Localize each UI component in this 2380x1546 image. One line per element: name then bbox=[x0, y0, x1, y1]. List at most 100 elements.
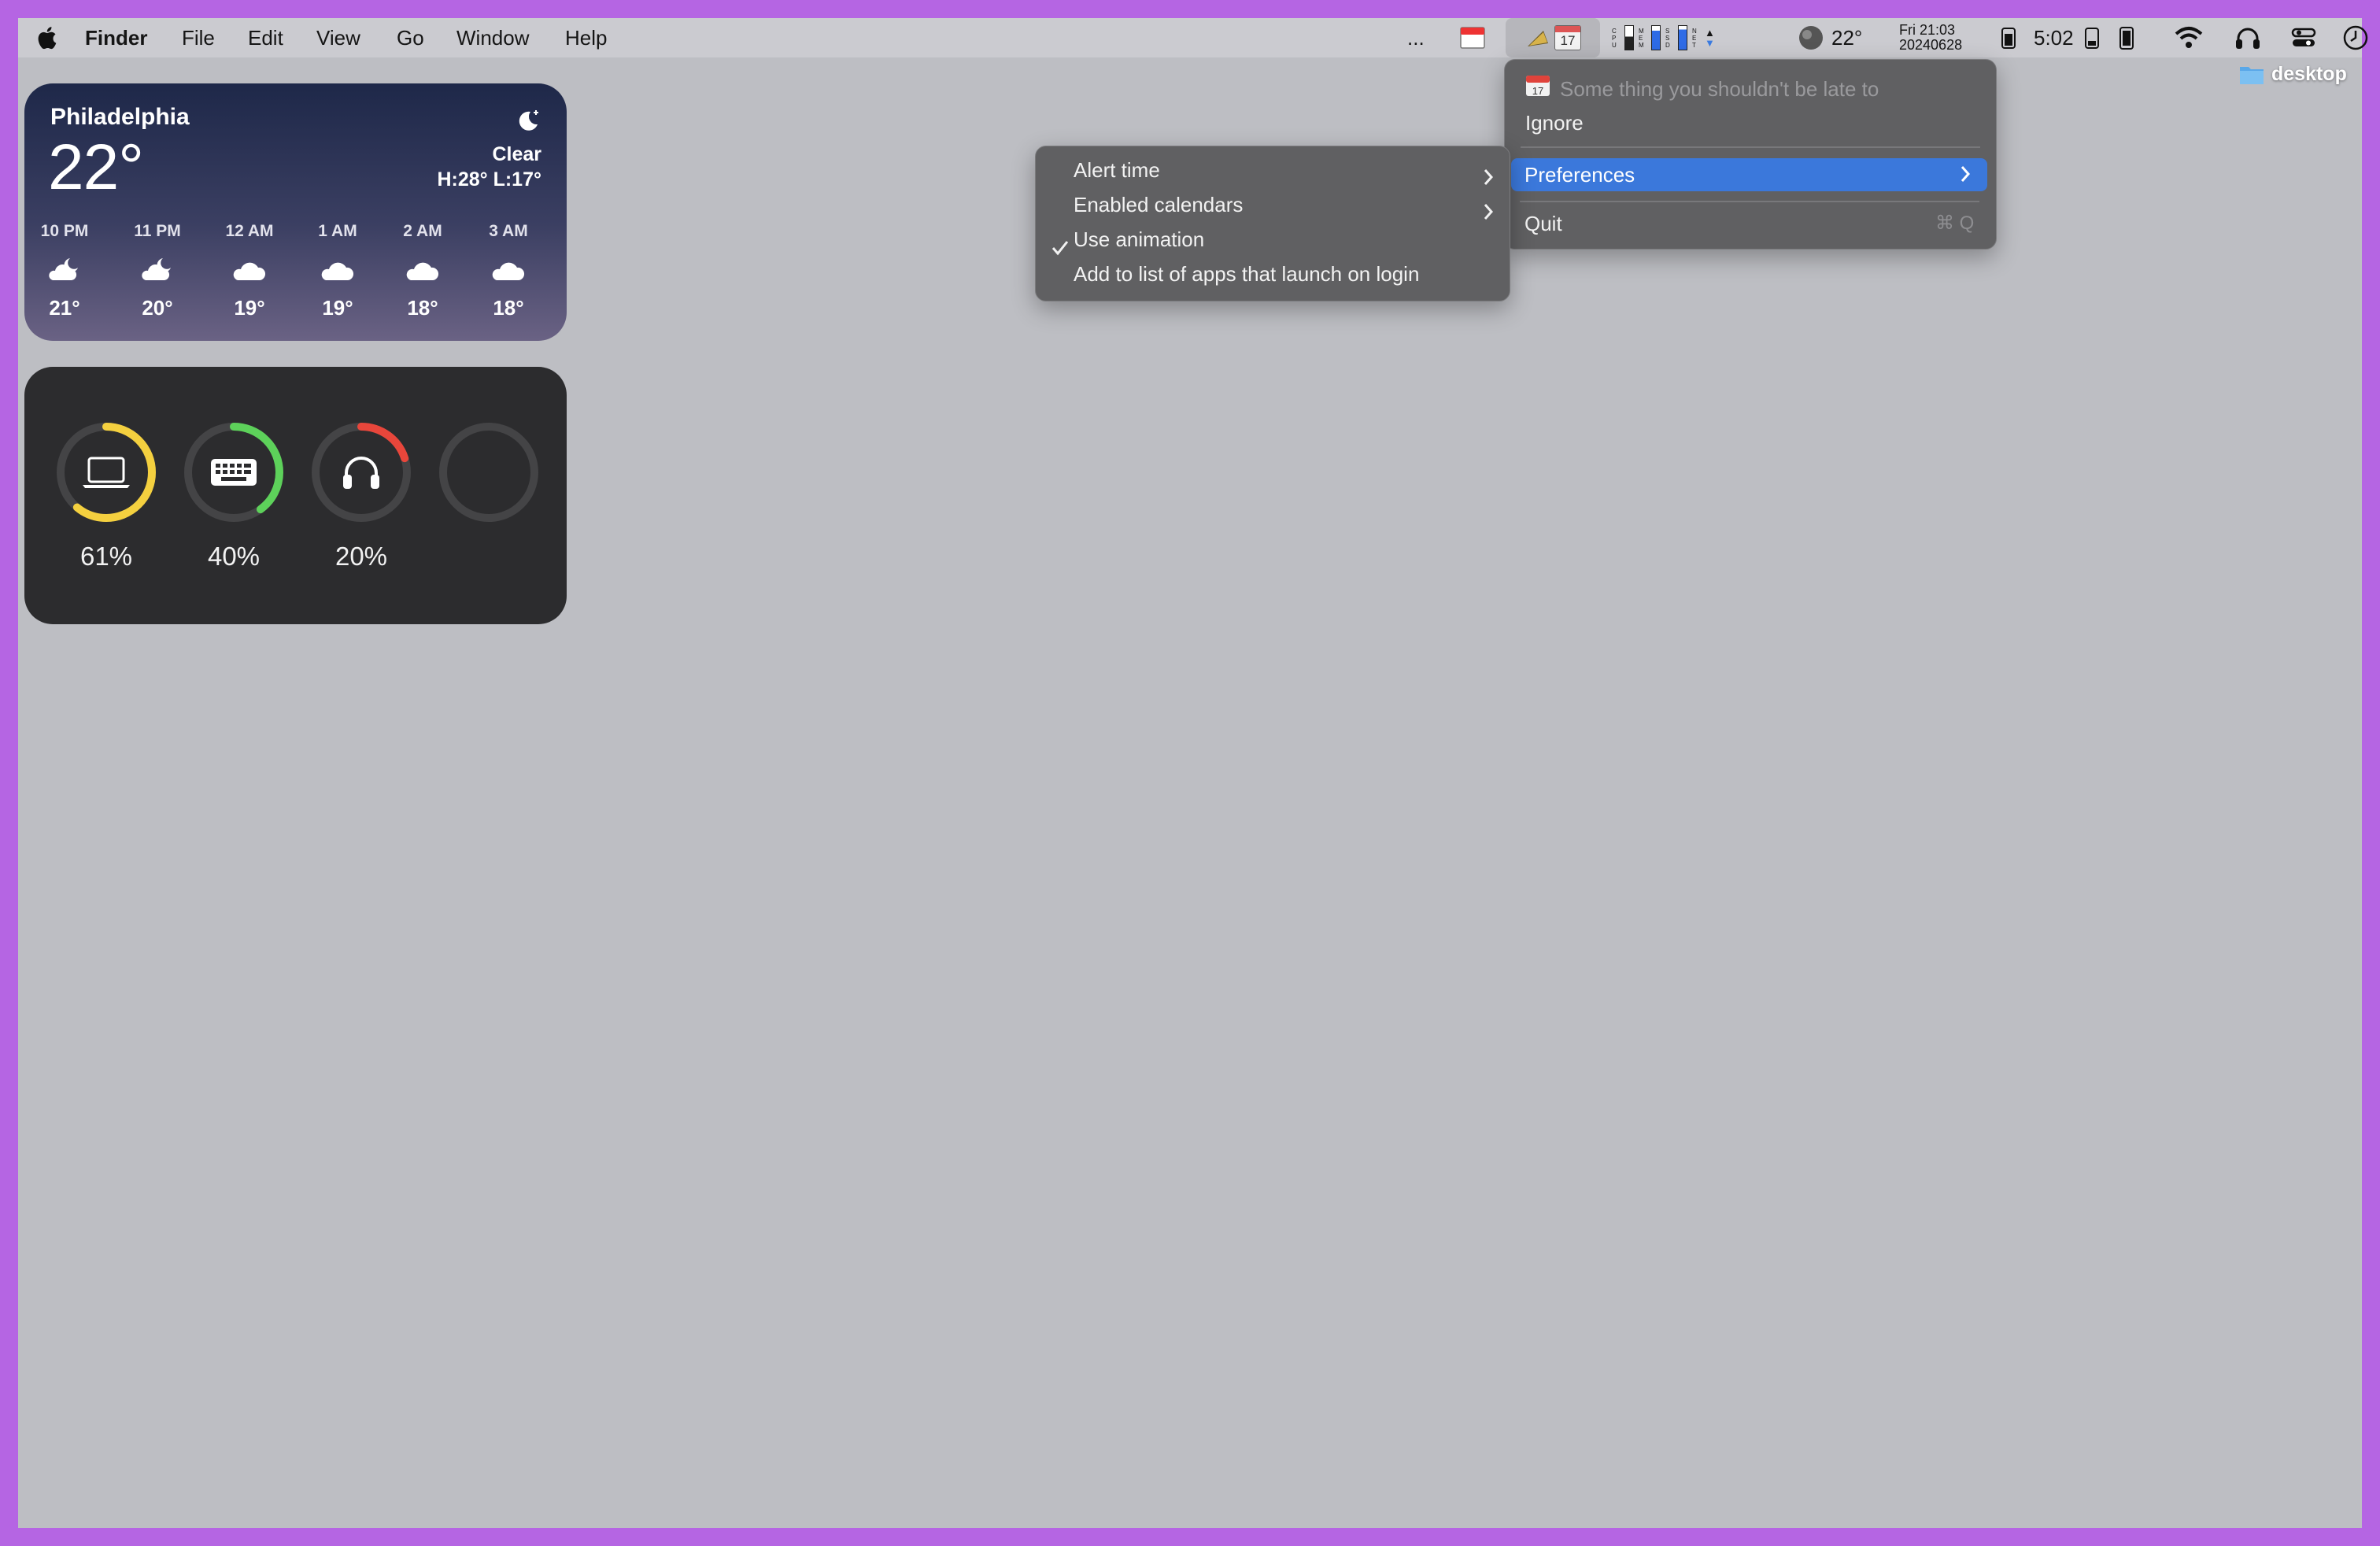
menu-view[interactable]: View bbox=[316, 18, 360, 57]
preferences-menu-item[interactable]: Preferences bbox=[1524, 157, 1635, 192]
battery-percent-keyboard: 40% bbox=[207, 542, 261, 571]
stats-icon[interactable]: CPU MEM SSD NET ▲ ▼ bbox=[1612, 18, 1769, 57]
phone-battery-icon[interactable] bbox=[2116, 18, 2137, 57]
menubar-datetime[interactable]: Fri 21:03 20240628 bbox=[1899, 18, 1978, 57]
battery-ring-keyboard bbox=[182, 420, 286, 524]
calendar-icon: 17 bbox=[1525, 74, 1550, 103]
quit-shortcut: ⌘ Q bbox=[1935, 213, 1975, 234]
datetime-line1: Fri 21:03 bbox=[1899, 22, 1956, 38]
hour-label: 3 AM bbox=[489, 222, 528, 240]
menu-go[interactable]: Go bbox=[397, 18, 424, 57]
clear-night-icon bbox=[515, 107, 541, 138]
cloud-icon bbox=[387, 249, 458, 290]
apple-icon[interactable] bbox=[32, 18, 61, 57]
partly-cloudy-night-icon bbox=[29, 249, 100, 290]
stat-net-label: NET bbox=[1692, 27, 1697, 49]
bell-icon bbox=[1528, 31, 1548, 46]
headphones-icon bbox=[309, 420, 413, 524]
folder-icon[interactable] bbox=[2239, 64, 2264, 90]
chevron-right-icon bbox=[1960, 165, 1971, 187]
hour-label: 11 PM bbox=[134, 222, 181, 240]
battery-ring-empty bbox=[437, 420, 541, 524]
hour-temp: 20° bbox=[142, 296, 173, 320]
weather-current-temp: 22° bbox=[48, 131, 144, 203]
laptop-icon bbox=[54, 420, 158, 524]
weather-widget[interactable]: Philadelphia 22° Clear H:28° L:17° 10 PM… bbox=[24, 83, 567, 341]
batteries-widget[interactable]: 61% 40% 20% bbox=[24, 367, 567, 624]
menu-app-name[interactable]: Finder bbox=[85, 18, 147, 57]
menu-item-label: Use animation bbox=[1074, 227, 1205, 251]
menu-file[interactable]: File bbox=[182, 18, 215, 57]
hour-temp: 21° bbox=[49, 296, 80, 320]
hour-temp: 19° bbox=[322, 296, 353, 320]
menu-separator bbox=[1521, 146, 1980, 148]
datetime-line2: 20240628 bbox=[1899, 37, 1963, 53]
battery-percent-laptop: 61% bbox=[79, 542, 133, 571]
calendar-day: 17 bbox=[1560, 33, 1576, 48]
menubar-weather-temp[interactable]: 22° bbox=[1831, 18, 1862, 57]
partly-cloudy-night-icon bbox=[122, 249, 193, 290]
stat-mem-bar bbox=[1651, 25, 1661, 50]
launch-on-login-menu-item[interactable]: Add to list of apps that launch on login bbox=[1036, 257, 1511, 291]
event-title: Some thing you shouldn't be late to bbox=[1560, 77, 1879, 101]
battery-ring-laptop bbox=[54, 420, 158, 524]
event-menu: 17 Some thing you shouldn't be late to I… bbox=[1504, 59, 1997, 250]
alert-time-menu-item[interactable]: Alert time bbox=[1036, 153, 1511, 187]
hourly-forecast-5: 2 AM 18° bbox=[387, 222, 458, 320]
svg-text:17: 17 bbox=[1532, 85, 1543, 97]
menu-help[interactable]: Help bbox=[565, 18, 607, 57]
clock-icon[interactable] bbox=[2341, 18, 2370, 57]
cloud-icon bbox=[214, 249, 285, 290]
keyboard-icon bbox=[182, 420, 286, 524]
hourly-forecast-6: 3 AM 18° bbox=[473, 222, 544, 320]
menu-bar: Finder File Edit View Go Window Help ...… bbox=[18, 18, 2368, 57]
cloud-icon bbox=[302, 249, 373, 290]
hour-label: 10 PM bbox=[40, 222, 89, 240]
battery-icon[interactable] bbox=[1998, 18, 2019, 57]
ignore-menu-item[interactable]: Ignore bbox=[1525, 105, 1584, 140]
weather-icon[interactable] bbox=[1795, 18, 1827, 57]
hour-temp: 18° bbox=[407, 296, 438, 320]
menu-item-label: Enabled calendars bbox=[1074, 193, 1244, 216]
control-center-icon[interactable] bbox=[2289, 18, 2318, 57]
desktop-folder-label[interactable]: desktop bbox=[2271, 63, 2347, 86]
preferences-submenu: Alert time Enabled calendars Use animati… bbox=[1035, 146, 1510, 301]
network-arrows-icon: ▲ ▼ bbox=[1705, 27, 1715, 49]
headphones-icon[interactable] bbox=[2234, 18, 2262, 57]
hourly-forecast-3: 12 AM 19° bbox=[214, 222, 285, 320]
menu-item-label: Alert time bbox=[1074, 158, 1160, 182]
menu-separator bbox=[1520, 201, 1979, 202]
calendar-date-badge: 17 bbox=[1554, 25, 1581, 50]
enabled-calendars-menu-item[interactable]: Enabled calendars bbox=[1036, 187, 1511, 222]
menubar-overflow[interactable]: ... bbox=[1407, 18, 1425, 57]
stat-mem-label: MEM bbox=[1639, 27, 1644, 49]
wifi-icon[interactable] bbox=[2173, 18, 2204, 57]
stat-cpu-bar bbox=[1624, 25, 1634, 50]
hour-label: 1 AM bbox=[318, 222, 357, 240]
menubar-clock[interactable]: 5:02 bbox=[2034, 18, 2074, 57]
hourly-forecast-1: 10 PM 21° bbox=[29, 222, 100, 320]
stat-cpu-label: CPU bbox=[1612, 27, 1617, 49]
menu-item-label: Add to list of apps that launch on login bbox=[1074, 262, 1420, 286]
weather-high-low: H:28° L:17° bbox=[437, 168, 541, 190]
event-menu-extra[interactable]: 17 bbox=[1506, 18, 1600, 57]
hour-label: 2 AM bbox=[403, 222, 442, 240]
stat-ssd-bar bbox=[1678, 25, 1687, 50]
use-animation-menu-item[interactable]: Use animation bbox=[1036, 222, 1511, 257]
cloud-icon bbox=[473, 249, 544, 290]
menu-edit[interactable]: Edit bbox=[248, 18, 283, 57]
battery-ring-headphones bbox=[309, 420, 413, 524]
hourly-forecast-2: 11 PM 20° bbox=[122, 222, 193, 320]
quit-menu-item[interactable]: Quit bbox=[1524, 206, 1562, 241]
hour-label: 12 AM bbox=[225, 222, 274, 240]
hourly-forecast-4: 1 AM 19° bbox=[302, 222, 373, 320]
battery-small-icon[interactable] bbox=[2082, 18, 2102, 57]
stat-ssd-label: SSD bbox=[1665, 27, 1670, 49]
weather-condition: Clear bbox=[492, 143, 541, 165]
menu-window[interactable]: Window bbox=[456, 18, 529, 57]
calendar-icon[interactable] bbox=[1458, 18, 1487, 57]
hour-temp: 18° bbox=[493, 296, 524, 320]
weather-city: Philadelphia bbox=[50, 104, 190, 130]
battery-percent-headphones: 20% bbox=[334, 542, 388, 571]
hour-temp: 19° bbox=[234, 296, 265, 320]
